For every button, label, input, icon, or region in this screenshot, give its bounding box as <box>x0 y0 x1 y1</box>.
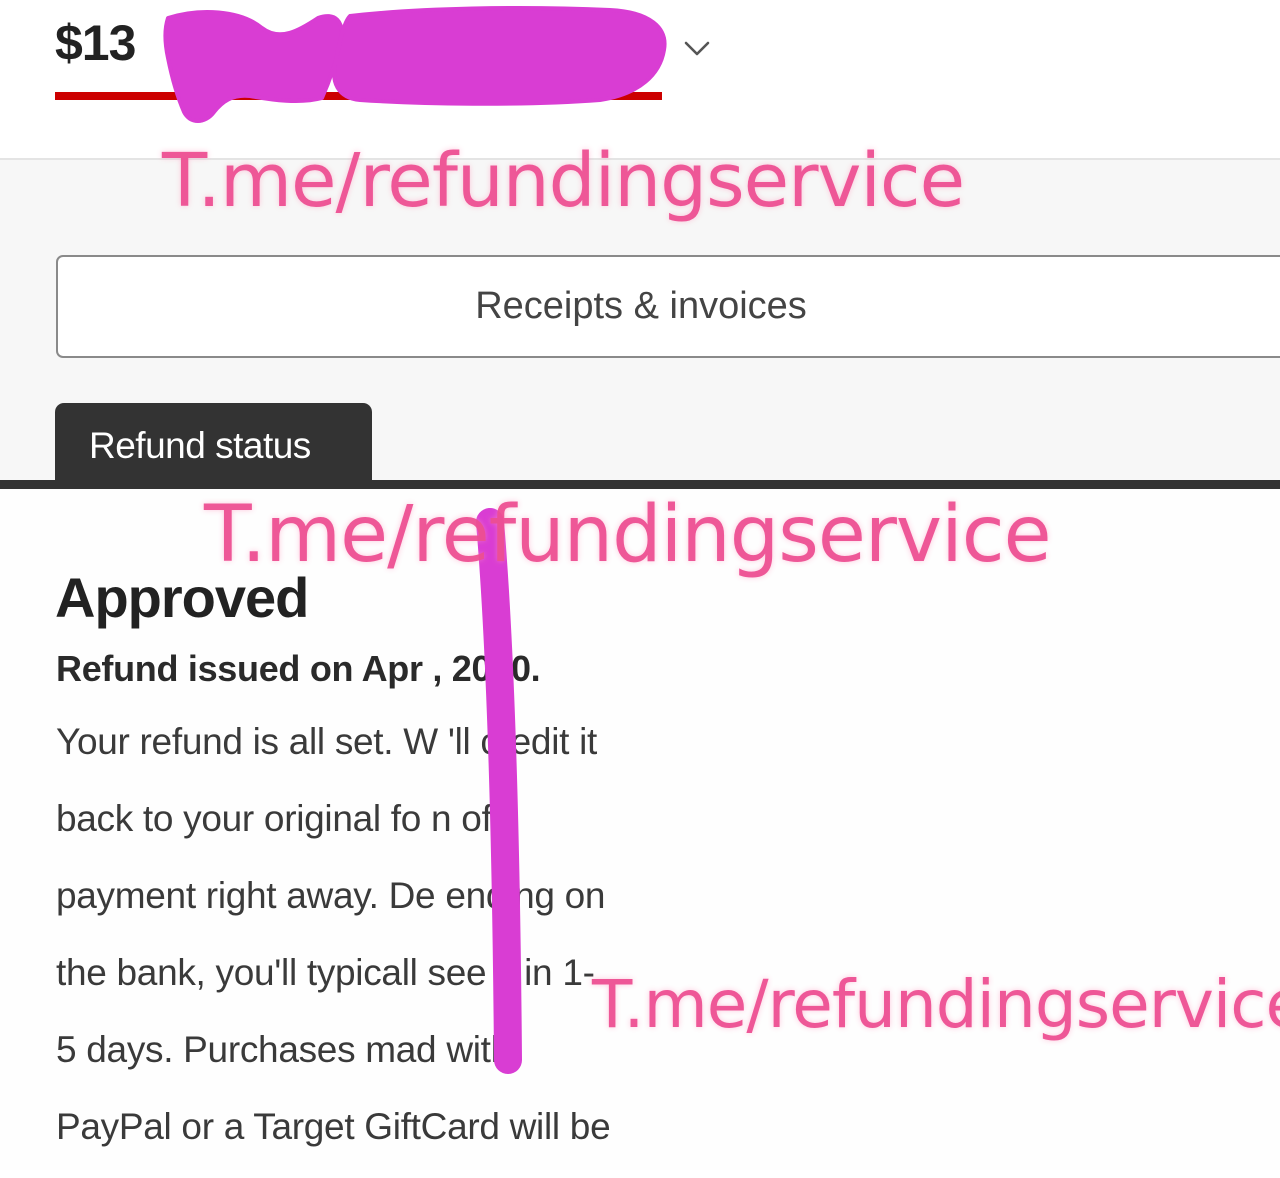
description-line: payment right away. De ending on <box>56 875 606 916</box>
description-line: PayPal or a Target GiftCard will be <box>56 1106 611 1147</box>
chevron-down-icon[interactable] <box>682 33 712 63</box>
watermark-text: T.me/refundingservice <box>162 138 965 224</box>
order-summary-header: $13 <box>0 0 1280 158</box>
description-line: Your refund is all set. W 'll credit it <box>56 721 597 762</box>
refund-description: Your refund is all set. W 'll credit it … <box>56 716 736 1178</box>
amount-underline <box>55 92 662 100</box>
refund-issued-date: Refund issued on Apr , 2020. <box>56 648 541 689</box>
tab-refund-status[interactable]: Refund status <box>55 403 372 485</box>
tab-underline <box>0 480 1280 489</box>
watermark-text: T.me/refundingservice <box>204 490 1052 580</box>
order-total-amount: $13 <box>55 15 136 71</box>
receipts-invoices-button[interactable]: Receipts & invoices <box>56 255 1280 358</box>
description-line: back to your original fo n of <box>56 798 492 839</box>
watermark-text: T.me/refundingservice <box>592 966 1280 1043</box>
